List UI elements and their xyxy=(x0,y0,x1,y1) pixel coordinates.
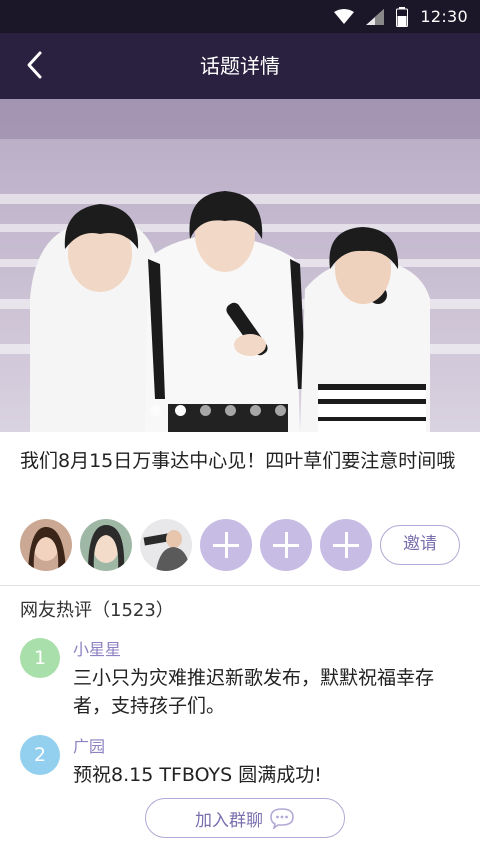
add-participant-button[interactable] xyxy=(320,519,372,571)
invite-button[interactable]: 邀请 xyxy=(380,525,460,565)
carousel-dot[interactable] xyxy=(225,405,236,416)
add-participant-button[interactable] xyxy=(260,519,312,571)
chat-bubble-icon xyxy=(270,808,294,829)
join-chat-button[interactable]: 加入群聊 xyxy=(145,798,345,838)
topic-text: 我们8月15日万事达中心见！四叶草们要注意时间哦 xyxy=(20,450,456,472)
carousel-indicator xyxy=(150,405,286,416)
status-bar: 12:30 xyxy=(0,0,480,33)
carousel-dot[interactable] xyxy=(275,405,286,416)
add-participant-button[interactable] xyxy=(200,519,252,571)
carousel-dot[interactable] xyxy=(250,405,261,416)
rank-badge: 1 xyxy=(20,638,60,678)
page-title: 话题详情 xyxy=(200,54,280,78)
join-chat-label: 加入群聊 xyxy=(195,810,263,831)
comments-title: 网友热评（1523） xyxy=(20,600,174,621)
avatar[interactable] xyxy=(80,519,132,571)
signal-icon xyxy=(366,8,385,25)
participants-row: 邀请 xyxy=(20,518,460,572)
status-time: 12:30 xyxy=(420,7,468,26)
wifi-icon xyxy=(334,8,355,24)
battery-icon xyxy=(396,6,409,27)
divider xyxy=(0,585,480,586)
comment-text: 三小只为灾难推迟新歌发布，默默祝福幸存者，支持孩子们。 xyxy=(73,667,435,717)
comment-text: 预祝8.15 TFBOYS 圆满成功! xyxy=(73,764,322,786)
carousel-dot[interactable] xyxy=(150,405,161,416)
comment-username[interactable]: 广园 xyxy=(73,733,105,757)
hero-image[interactable] xyxy=(0,99,480,432)
status-icons: 12:30 xyxy=(334,0,468,33)
carousel-dot[interactable] xyxy=(200,405,211,416)
avatar[interactable] xyxy=(20,519,72,571)
comment-username[interactable]: 小星星 xyxy=(73,636,121,660)
carousel-dot-active[interactable] xyxy=(175,405,186,416)
hero-photo xyxy=(0,99,480,432)
rank-badge: 2 xyxy=(20,735,60,775)
avatar[interactable] xyxy=(140,519,192,571)
title-bar: 话题详情 xyxy=(0,33,480,99)
